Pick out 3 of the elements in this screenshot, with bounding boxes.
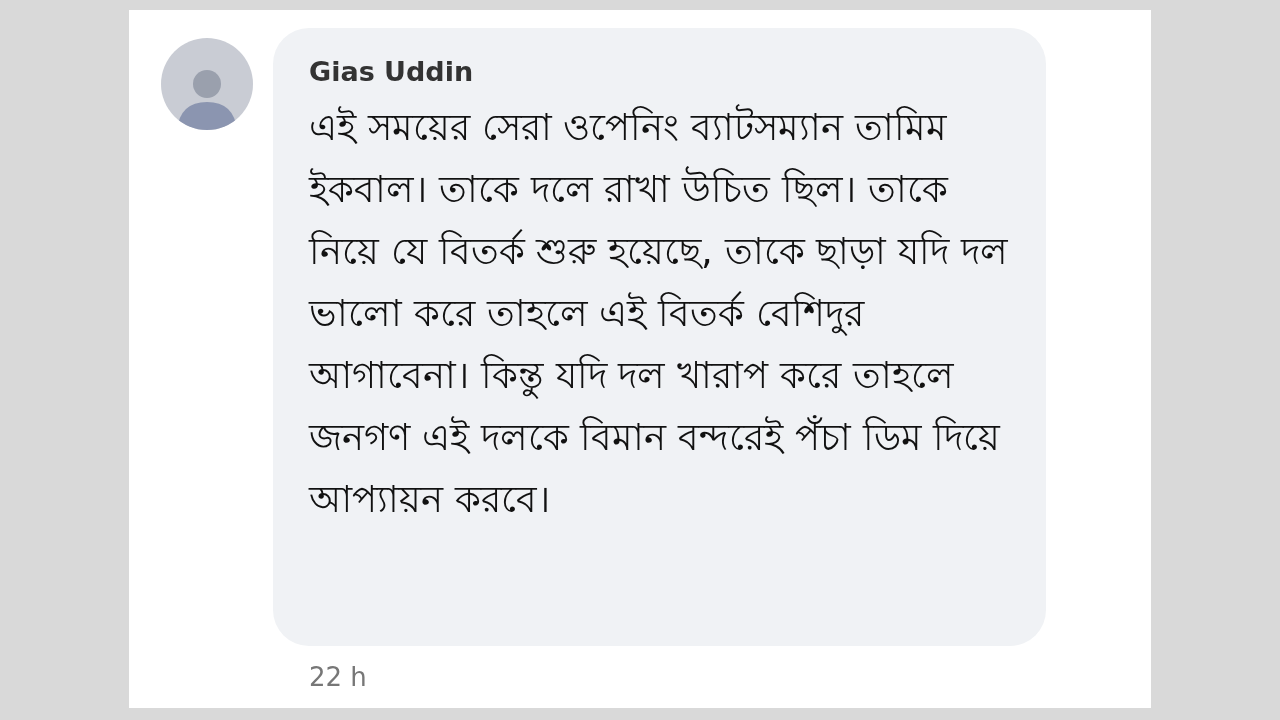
comment-text: এই সময়ের সেরা ওপেনিং ব্যাটসম্যান তামিম ইকবাল। তাকে দলে রাখা উচিত ছিল। তাকে নিয়ে যে বিতর্ক শুরু হয়েছে, তাকে ছাড়া যদি দল ভালো করে তাহলে এই বিতর্ক বেশিদুর আগাবেনা। কিন্তু যদি দল খারাপ করে তাহলে জনগণ এই দলকে বিমান বন্দরেই পঁচা ডিম দিয়ে আপ্যায়ন করবে।	[309, 103, 1009, 523]
timestamp[interactable]: 22 h	[309, 658, 367, 697]
author-name[interactable]: Gias Uddin	[309, 52, 1010, 93]
